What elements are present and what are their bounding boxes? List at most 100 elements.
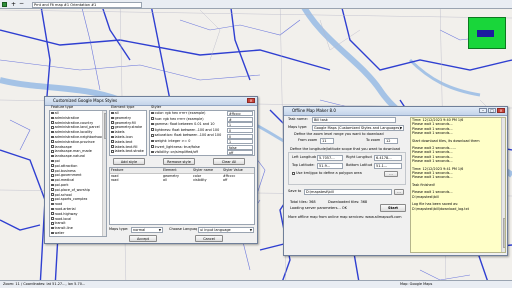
styler-list-item[interactable]: visibility: on/simplified/off off	[150, 150, 254, 155]
overview-viewport-box[interactable]	[477, 30, 494, 37]
checkbox[interactable]	[51, 212, 54, 216]
checkbox[interactable]	[51, 159, 54, 163]
checkbox[interactable]	[51, 150, 54, 153]
minimize-icon[interactable]: –	[479, 108, 487, 113]
checkbox[interactable]	[151, 111, 154, 115]
from-zoom-select[interactable]: 11	[320, 138, 334, 144]
checkbox[interactable]	[111, 116, 114, 120]
bottom-lat-input[interactable]: 51.1...	[374, 163, 402, 169]
start-button[interactable]: Start	[380, 204, 406, 212]
task-name-input[interactable]: Bill task	[312, 117, 396, 123]
map-type-select[interactable]: normal ▼	[131, 227, 163, 233]
checkbox[interactable]	[51, 121, 54, 124]
list-item-label: invert_lightness: true/false	[154, 144, 200, 149]
overview-minimap[interactable]	[468, 17, 506, 49]
checkbox[interactable]	[151, 122, 154, 126]
checkbox[interactable]	[51, 126, 54, 129]
list-item-label: poi.park	[54, 182, 69, 187]
checkbox[interactable]	[51, 222, 54, 225]
checkbox[interactable]	[111, 150, 114, 153]
list-item-label: lightness: float between -100 and 100	[154, 127, 220, 132]
checkbox[interactable]	[51, 169, 54, 172]
checkbox[interactable]	[111, 145, 114, 148]
checkbox[interactable]	[51, 111, 54, 115]
to-zoom-select[interactable]: 12	[384, 138, 398, 144]
checkbox[interactable]	[151, 134, 154, 137]
checkbox[interactable]	[51, 140, 54, 144]
log-scrollbar[interactable]	[501, 118, 505, 252]
checkbox[interactable]	[51, 202, 54, 206]
styler-value-input[interactable]: #ffcccc	[227, 111, 253, 117]
zoom-in-button[interactable]: +	[10, 1, 17, 8]
table-row[interactable]: road all visibility off	[110, 178, 254, 183]
styles-grid[interactable]: Feature Element Styler name Styler Value…	[109, 167, 255, 225]
language-select[interactable]: ui input language ▼	[198, 227, 254, 233]
left-lon-input[interactable]: 5.7057...	[317, 155, 343, 161]
checkbox[interactable]	[111, 130, 114, 134]
feature-type-list[interactable]: all administrative administrative.country a…	[49, 110, 107, 237]
maximize-icon[interactable]: □	[488, 108, 496, 113]
accept-button[interactable]: Accept	[129, 235, 157, 242]
remove-style-button[interactable]: Remove style	[163, 158, 195, 165]
checkbox[interactable]	[51, 231, 54, 235]
styler-value-input[interactable]: 0	[227, 128, 253, 134]
checkbox[interactable]	[111, 121, 114, 124]
element-list-item[interactable]: labels.text.stroke	[110, 149, 146, 154]
bottom-lat-label: Bottom Latitude:	[346, 163, 372, 167]
styler-value-input[interactable]: 0	[227, 133, 253, 139]
checkbox[interactable]	[51, 193, 54, 196]
checkbox[interactable]	[111, 126, 114, 129]
location-field[interactable]: Prnt and Fit map #1 Orientation #1	[32, 1, 142, 8]
styler-value-input[interactable]: #	[227, 116, 253, 122]
save-to-input[interactable]: D:\mapstest\bill	[304, 189, 392, 195]
checkbox[interactable]	[51, 226, 54, 230]
checkbox[interactable]	[111, 140, 114, 144]
feature-list-item[interactable]: water	[50, 231, 106, 236]
download-dialog-titlebar[interactable]: Offline Map Maker 8.0	[284, 107, 507, 116]
top-lat-input[interactable]: 51.9...	[317, 163, 343, 169]
checkbox[interactable]	[51, 207, 54, 211]
feature-list-scroll-thumb[interactable]	[103, 113, 106, 139]
checkbox[interactable]	[151, 117, 154, 120]
checkbox[interactable]	[51, 183, 54, 187]
close-icon[interactable]: ×	[247, 98, 255, 103]
checkbox[interactable]	[51, 198, 54, 201]
checkbox[interactable]	[51, 178, 54, 182]
checkbox[interactable]	[151, 150, 154, 154]
checkbox[interactable]	[151, 145, 154, 148]
cancel-button[interactable]: Cancel	[195, 235, 223, 242]
polygon-checkbox-box[interactable]	[292, 171, 295, 175]
styler-value-input[interactable]: 1	[227, 122, 253, 128]
checkbox[interactable]	[51, 174, 54, 177]
browse-folder-button[interactable]: …	[394, 189, 404, 195]
checkbox[interactable]	[51, 188, 54, 192]
clear-all-button[interactable]: Clear All	[213, 158, 245, 165]
log-scroll-thumb[interactable]	[502, 218, 505, 248]
polygon-checkbox[interactable]: Use kml/gpx to define a polygon area	[292, 171, 382, 176]
log-panel[interactable]: Time: 12/12/2023 9:40 PM 1/6 Please wait …	[410, 117, 506, 253]
checkbox[interactable]	[111, 135, 114, 139]
checkbox[interactable]	[151, 139, 154, 143]
checkbox[interactable]	[151, 128, 154, 132]
add-style-button[interactable]: Add style	[113, 158, 145, 165]
checkbox[interactable]	[51, 116, 54, 120]
checkbox[interactable]	[51, 135, 54, 139]
styler-value-input[interactable]: false	[227, 144, 253, 150]
checkbox[interactable]	[51, 154, 54, 158]
checkbox[interactable]	[51, 145, 54, 148]
checkbox[interactable]	[51, 130, 54, 134]
checkbox[interactable]	[111, 111, 114, 115]
styler-value-input[interactable]: 1	[227, 139, 253, 145]
styler-value-input[interactable]: off	[227, 150, 253, 155]
close-icon[interactable]: ×	[497, 108, 505, 113]
feature-list-scrollbar[interactable]	[102, 111, 106, 236]
list-item-label: transit.line	[54, 226, 73, 231]
checkbox[interactable]	[51, 217, 54, 220]
browse-kml-button[interactable]: …	[384, 171, 398, 177]
element-type-list[interactable]: all geometry geometry.fill geometry.stroke l…	[109, 110, 147, 156]
footer-text[interactable]: More offline map from online map service…	[288, 215, 408, 220]
right-lon-input[interactable]: 6.4178...	[374, 155, 402, 161]
zoom-out-button[interactable]: −	[18, 1, 25, 8]
maps-type-select[interactable]: Google Maps (Customized Styles and Langu…	[312, 125, 404, 131]
checkbox[interactable]	[51, 164, 54, 168]
